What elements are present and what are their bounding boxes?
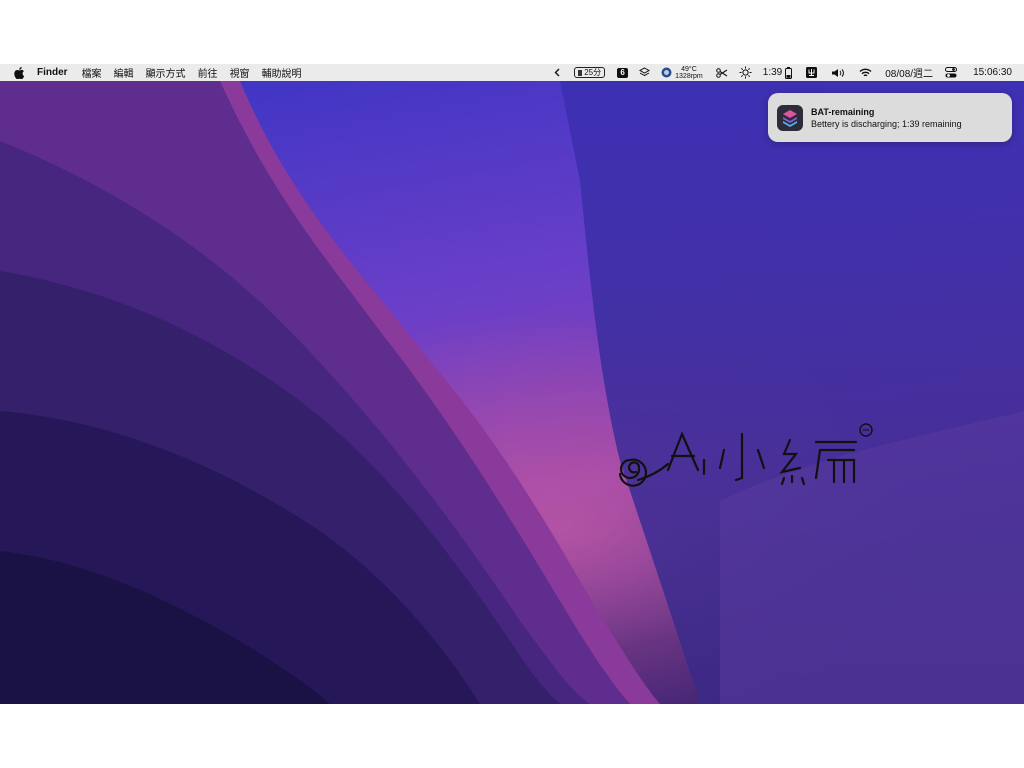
fan-icon	[661, 67, 672, 78]
desktop-screen: Finder 檔案 編輯 顯示方式 前往 視窗 輔助說明 25分 6 49°C …	[0, 64, 1024, 704]
brightness-icon[interactable]	[739, 66, 752, 79]
fan-speed-value: 1328rpm	[675, 72, 703, 80]
battery-icon	[785, 66, 793, 79]
chevron-left-icon[interactable]	[554, 68, 560, 77]
menu-help[interactable]: 輔助說明	[262, 65, 302, 80]
menu-app-finder[interactable]: Finder	[37, 67, 68, 78]
notification-banner[interactable]: BAT-remaining Bettery is discharging; 1:…	[768, 93, 1012, 142]
menu-view[interactable]: 顯示方式	[146, 65, 186, 80]
input-method-icon[interactable]	[806, 67, 818, 78]
timer-widget[interactable]: 25分	[574, 67, 606, 78]
system-monitor-widget[interactable]: 49°C 1328rpm	[661, 66, 703, 80]
menu-edit[interactable]: 編輯	[114, 65, 134, 80]
notification-title: BAT-remaining	[811, 106, 875, 117]
menu-go[interactable]: 前往	[198, 65, 218, 80]
menu-date[interactable]: 08/08/週二	[885, 65, 933, 80]
badge-number: 6	[617, 67, 629, 78]
timer-label: 25分	[584, 68, 602, 77]
notification-body: Bettery is discharging; 1:39 remaining	[811, 118, 962, 129]
shortcuts-app-icon	[777, 104, 803, 131]
apple-logo-icon[interactable]	[13, 66, 25, 79]
timer-icon	[578, 69, 583, 76]
scissors-icon[interactable]	[715, 67, 728, 78]
menu-bar: Finder 檔案 編輯 顯示方式 前往 視窗 輔助說明 25分 6 49°C …	[0, 64, 1024, 81]
control-center-icon[interactable]	[945, 67, 958, 78]
desktop-wallpaper	[0, 81, 1024, 704]
menu-file[interactable]: 檔案	[82, 65, 102, 80]
badge-widget[interactable]: 6	[617, 67, 629, 78]
volume-icon[interactable]	[831, 68, 845, 78]
battery-widget[interactable]: 1:39	[762, 66, 793, 79]
battery-time: 1:39	[762, 67, 783, 78]
menu-window[interactable]: 視窗	[230, 65, 250, 80]
signature-watermark	[618, 423, 873, 487]
layers-icon[interactable]	[639, 67, 651, 78]
wifi-icon[interactable]	[859, 68, 872, 78]
menu-clock[interactable]: 15:06:30	[973, 67, 1012, 78]
temperature-value: 49°C	[681, 65, 697, 73]
